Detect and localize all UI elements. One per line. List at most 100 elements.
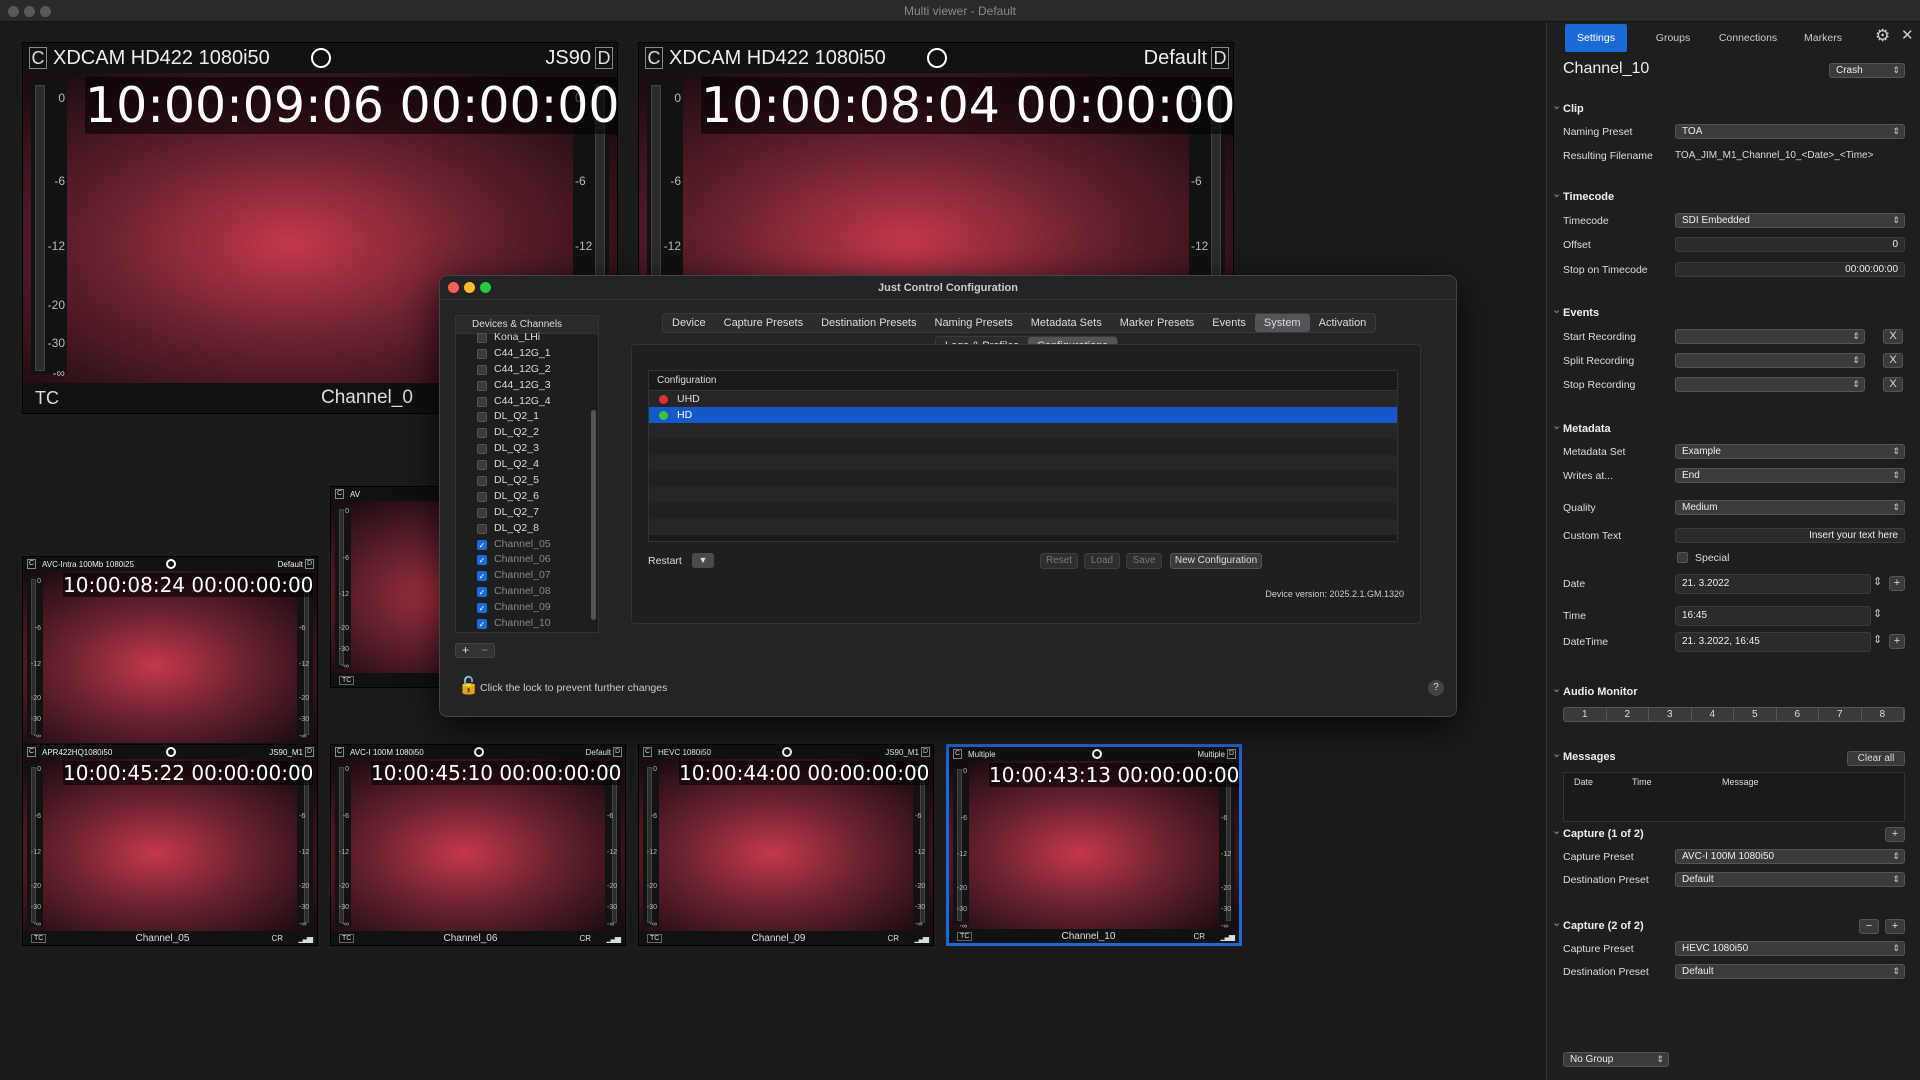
device-list-item[interactable]: Kona_LHi xyxy=(456,330,598,346)
tc-button[interactable]: TC xyxy=(35,388,59,409)
date-stepper[interactable]: ⇕ xyxy=(1873,575,1882,588)
tc-button[interactable]: TC xyxy=(957,931,973,941)
start-recording-clear-button[interactable]: X xyxy=(1883,329,1903,344)
capture-2-section-header[interactable]: Capture (2 of 2) xyxy=(1552,916,1644,932)
device-list-item[interactable]: C44_12G_3 xyxy=(456,378,598,394)
device-checkbox[interactable] xyxy=(477,476,487,487)
audio-channel-7[interactable]: 7 xyxy=(1819,708,1862,721)
split-recording-clear-button[interactable]: X xyxy=(1883,353,1903,368)
panel-tab-markers[interactable]: Markers xyxy=(1795,24,1851,52)
crash-dropdown[interactable]: Crash xyxy=(1829,63,1905,78)
device-checkbox[interactable] xyxy=(477,428,487,439)
record-button[interactable] xyxy=(1092,749,1102,759)
device-list-item[interactable]: ✓ Channel_05 xyxy=(456,537,598,553)
devices-scrollbar[interactable] xyxy=(591,410,596,620)
stop-recording-clear-button[interactable]: X xyxy=(1883,377,1903,392)
record-button[interactable] xyxy=(166,747,176,757)
device-checkbox[interactable] xyxy=(477,333,487,343)
device-checkbox[interactable]: ✓ xyxy=(477,603,487,614)
dialog-tab-activation[interactable]: Activation xyxy=(1310,314,1376,332)
tc-button[interactable]: TC xyxy=(339,675,355,685)
dialog-tab-events[interactable]: Events xyxy=(1203,314,1255,332)
time-stepper[interactable]: ⇕ xyxy=(1873,607,1882,620)
device-list-item[interactable]: C44_12G_1 xyxy=(456,346,598,362)
datetime-stepper[interactable]: ⇕ xyxy=(1873,633,1882,646)
clip-section-header[interactable]: Clip xyxy=(1552,99,1584,115)
audio-bars-icon[interactable]: ▁▃▅ xyxy=(915,934,930,943)
device-list-item[interactable]: DL_Q2_3 xyxy=(456,441,598,457)
channel-tile[interactable]: CMultipleMultipleD0-6-12-20-30-∞0-6-12-2… xyxy=(946,744,1242,946)
audio-channel-2[interactable]: 2 xyxy=(1607,708,1649,721)
capture-1-destination-select[interactable]: Default xyxy=(1675,872,1905,887)
gear-icon[interactable]: ⚙ xyxy=(1875,26,1890,46)
zoom-window-button[interactable] xyxy=(40,6,51,17)
device-list-item[interactable]: DL_Q2_8 xyxy=(456,521,598,537)
configuration-row[interactable]: UHD xyxy=(649,391,1397,407)
panel-tab-connections[interactable]: Connections xyxy=(1707,24,1789,52)
lock-icon[interactable]: 🔓 xyxy=(458,676,479,696)
help-button[interactable]: ? xyxy=(1428,680,1444,696)
device-checkbox[interactable]: ✓ xyxy=(477,619,487,630)
audio-channel-4[interactable]: 4 xyxy=(1692,708,1734,721)
dialog-tab-device[interactable]: Device xyxy=(663,314,715,332)
clear-messages-button[interactable]: Clear all xyxy=(1847,751,1905,766)
device-list-item[interactable]: ✓ Channel_08 xyxy=(456,584,598,600)
capture-add-button[interactable]: + xyxy=(1885,827,1905,842)
dialog-minimize-button[interactable] xyxy=(464,282,475,293)
audio-channel-8[interactable]: 8 xyxy=(1862,708,1904,721)
device-list-item[interactable]: DL_Q2_2 xyxy=(456,425,598,441)
device-list-item[interactable]: DL_Q2_4 xyxy=(456,457,598,473)
capture-1-preset-select[interactable]: AVC-I 100M 1080i50 xyxy=(1675,849,1905,864)
tc-button[interactable]: TC xyxy=(339,933,355,943)
metadata-section-header[interactable]: Metadata xyxy=(1552,419,1611,435)
device-list-item[interactable]: ✓ Channel_06 xyxy=(456,552,598,568)
device-checkbox[interactable] xyxy=(477,380,487,391)
add-device-button[interactable]: + xyxy=(456,644,475,657)
audio-channel-5[interactable]: 5 xyxy=(1734,708,1777,721)
dialog-tab-capture-presets[interactable]: Capture Presets xyxy=(715,314,812,332)
start-recording-select[interactable] xyxy=(1675,329,1865,344)
restart-dropdown[interactable]: ▼ xyxy=(692,553,714,568)
new-configuration-button[interactable]: New Configuration xyxy=(1170,553,1262,569)
audio-bars-icon[interactable]: ▁▃▅ xyxy=(607,934,622,943)
dialog-close-button[interactable] xyxy=(448,282,459,293)
reset-button[interactable]: Reset xyxy=(1040,553,1078,569)
audio-channel-1[interactable]: 1 xyxy=(1564,708,1607,721)
capture-1-section-header[interactable]: Capture (1 of 2) xyxy=(1552,824,1644,840)
audio-channel-3[interactable]: 3 xyxy=(1649,708,1692,721)
capture-2-destination-select[interactable]: Default xyxy=(1675,964,1905,979)
device-checkbox[interactable] xyxy=(477,444,487,455)
device-list-item[interactable]: C44_12G_4 xyxy=(456,394,598,410)
configuration-row[interactable]: HD xyxy=(649,407,1397,423)
timecode-section-header[interactable]: Timecode xyxy=(1552,187,1614,203)
device-checkbox[interactable]: ✓ xyxy=(477,571,487,582)
tc-button[interactable]: TC xyxy=(31,933,47,943)
channel-tile[interactable]: C AVC-I 100M 1080i50 Default D 0 -6 -12 -20 -30 -… xyxy=(330,744,626,946)
remove-device-button[interactable]: − xyxy=(475,644,494,657)
datetime-add-button[interactable]: + xyxy=(1889,634,1905,649)
device-checkbox[interactable] xyxy=(477,460,487,471)
minimize-window-button[interactable] xyxy=(24,6,35,17)
device-list-item[interactable]: ✓ Channel_07 xyxy=(456,568,598,584)
record-button[interactable] xyxy=(166,559,176,569)
capture-2-preset-select[interactable]: HEVC 1080i50 xyxy=(1675,941,1905,956)
stop-on-timecode-field[interactable]: 00:00:00:00 xyxy=(1675,262,1905,277)
capture-add-button-2[interactable]: + xyxy=(1885,919,1905,934)
device-checkbox[interactable] xyxy=(477,364,487,375)
device-checkbox[interactable] xyxy=(477,523,487,534)
offset-field[interactable]: 0 xyxy=(1675,237,1905,252)
special-checkbox[interactable] xyxy=(1677,552,1688,563)
device-checkbox[interactable] xyxy=(477,396,487,407)
close-icon[interactable]: ✕ xyxy=(1901,26,1914,44)
channel-tile[interactable]: CAPR422HQ1080i50JS90_M1D0-6-12-20-30-∞0-… xyxy=(22,744,318,946)
panel-tab-groups[interactable]: Groups xyxy=(1643,24,1703,52)
dialog-tab-naming-presets[interactable]: Naming Presets xyxy=(926,314,1022,332)
audio-monitor-section-header[interactable]: Audio Monitor xyxy=(1552,682,1637,698)
datetime-field[interactable]: 21. 3.2022, 16:45 xyxy=(1675,632,1871,652)
device-checkbox[interactable]: ✓ xyxy=(477,555,487,566)
save-button[interactable]: Save xyxy=(1126,553,1162,569)
date-field[interactable]: 21. 3.2022 xyxy=(1675,574,1871,594)
device-list-item[interactable]: DL_Q2_5 xyxy=(456,473,598,489)
group-select[interactable]: No Group xyxy=(1563,1052,1669,1067)
dialog-tab-metadata-sets[interactable]: Metadata Sets xyxy=(1022,314,1111,332)
